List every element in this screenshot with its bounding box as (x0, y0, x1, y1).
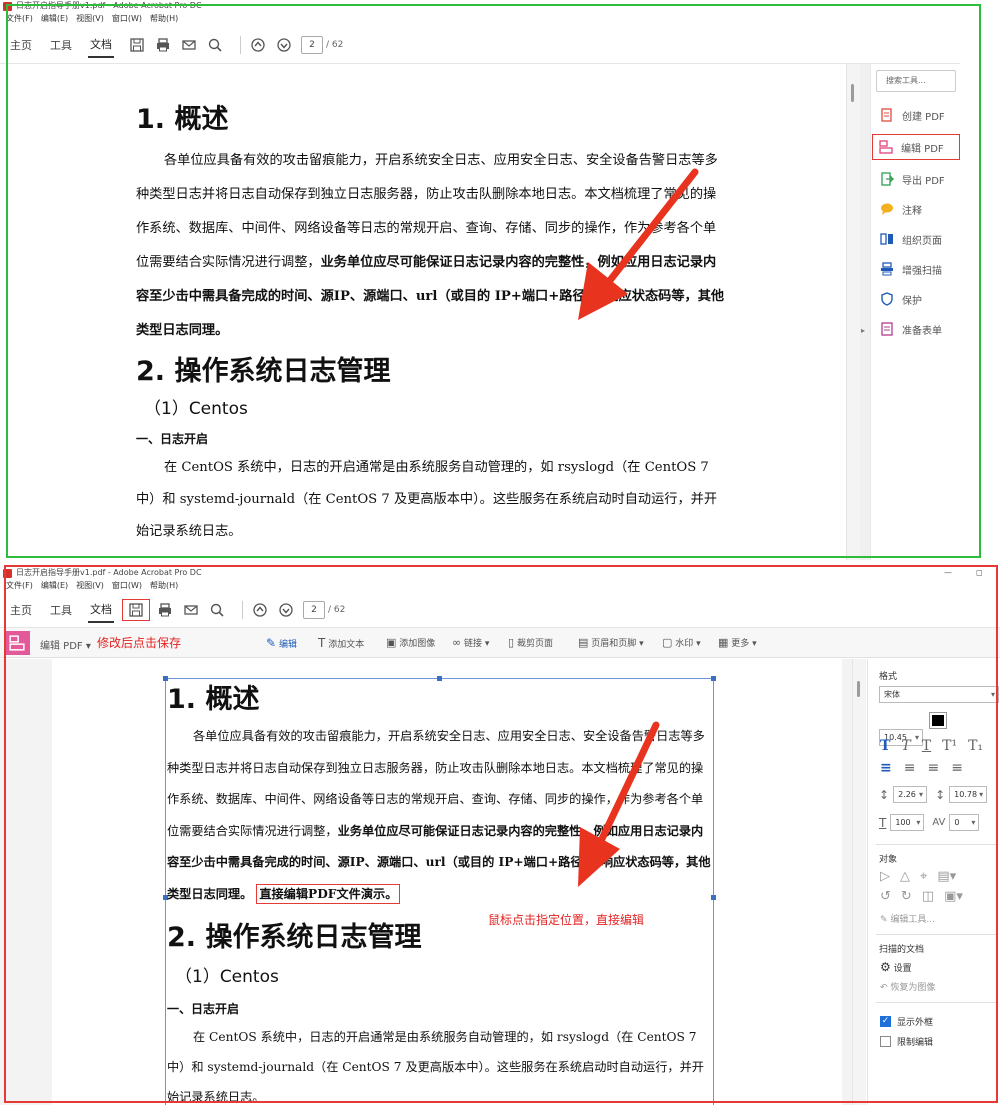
green-frame (6, 4, 981, 558)
top-screenshot: 日志开启指导手册v1.pdf - Adobe Acrobat Pro DC 文件… (0, 0, 1000, 560)
bottom-screenshot: 日志开启指导手册v1.pdf - Adobe Acrobat Pro DC — … (0, 563, 1000, 1105)
red-frame (4, 565, 998, 1103)
